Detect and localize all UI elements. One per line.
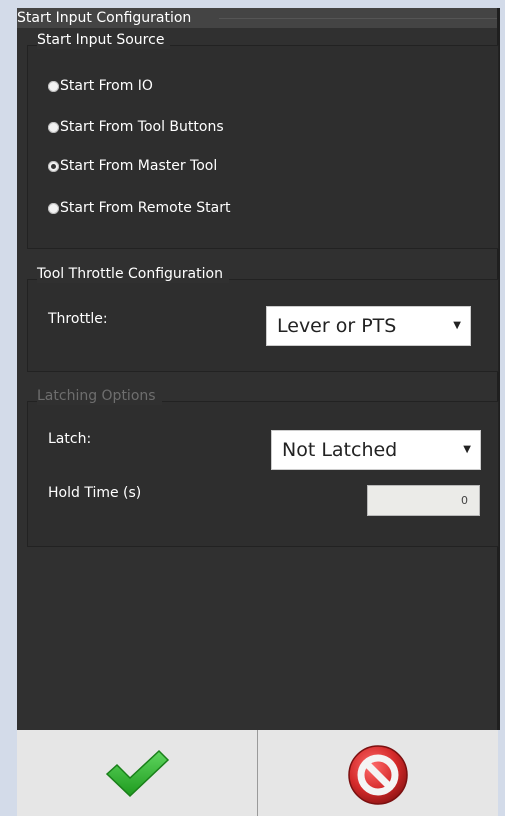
radio-button-icon[interactable] (48, 80, 59, 92)
cancel-icon (348, 745, 408, 805)
latch-label: Latch: (48, 431, 92, 447)
panel-title-text: Start Input Configuration (17, 10, 192, 26)
radio-start-from-master-tool[interactable]: Start From Master Tool (48, 156, 217, 176)
latch-select[interactable]: Not Latched ▼ (271, 430, 481, 470)
latch-select-value: Not Latched (282, 439, 398, 461)
start-input-source-group: Start Input Source Start From IO Start F… (27, 31, 499, 249)
hold-time-label: Hold Time (s) (48, 485, 142, 501)
radio-label: Start From Master Tool (60, 158, 218, 174)
radio-start-from-io[interactable]: Start From IO (48, 76, 153, 96)
radio-button-icon[interactable] (48, 121, 59, 133)
dialog-footer (17, 730, 498, 816)
tool-throttle-configuration-group: Tool Throttle Configuration Throttle: Le… (27, 265, 499, 372)
hold-time-input[interactable]: 0 (367, 485, 480, 516)
throttle-select[interactable]: Lever or PTS ▼ (266, 306, 471, 346)
start-input-configuration-panel: Start Input Configuration Start Input So… (17, 8, 500, 730)
cancel-button[interactable] (258, 730, 498, 816)
hold-time-value: 0 (461, 494, 468, 507)
checkmark-icon (105, 749, 170, 798)
radio-button-selected-icon[interactable] (48, 160, 59, 172)
latching-options-group: Latching Options Latch: Not Latched ▼ Ho… (27, 387, 499, 547)
radio-button-icon[interactable] (48, 202, 59, 214)
panel-title: Start Input Configuration (17, 8, 500, 28)
radio-label: Start From IO (60, 78, 153, 94)
chevron-down-icon: ▼ (453, 320, 461, 331)
confirm-button[interactable] (17, 730, 257, 816)
tool-throttle-legend: Tool Throttle Configuration (37, 265, 229, 283)
throttle-select-value: Lever or PTS (277, 315, 397, 337)
radio-label: Start From Remote Start (60, 200, 231, 216)
throttle-label: Throttle: (48, 311, 108, 327)
start-input-source-legend: Start Input Source (37, 31, 171, 49)
radio-start-from-tool-buttons[interactable]: Start From Tool Buttons (48, 117, 224, 137)
radio-start-from-remote-start[interactable]: Start From Remote Start (48, 198, 230, 218)
chevron-down-icon: ▼ (463, 444, 471, 455)
radio-label: Start From Tool Buttons (60, 119, 224, 135)
latching-options-legend: Latching Options (37, 387, 162, 405)
